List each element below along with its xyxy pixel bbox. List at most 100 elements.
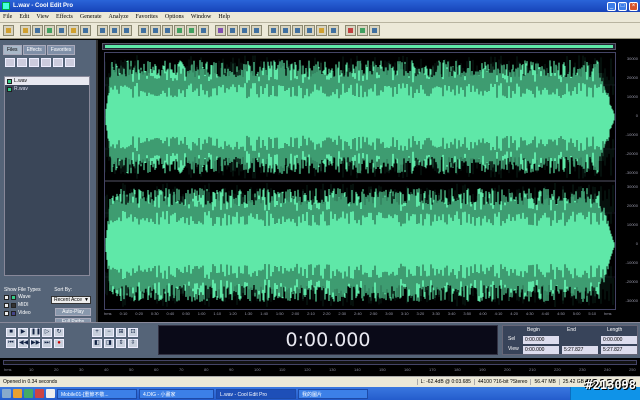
record-button[interactable]: ● <box>54 339 64 348</box>
settings-icon[interactable] <box>345 25 356 36</box>
save-file-icon[interactable] <box>32 25 43 36</box>
meter-tick-label: 190 <box>479 367 486 372</box>
sel-begin-field[interactable]: 0:00.000 <box>523 336 559 344</box>
fast-forward-button[interactable]: ▶▶ <box>30 339 40 348</box>
tab-effects[interactable]: Effects <box>22 45 46 55</box>
menu-window[interactable]: Window <box>191 14 211 20</box>
import-icon[interactable] <box>68 25 79 36</box>
both-channels-icon[interactable] <box>304 25 315 36</box>
zero-cross-icon[interactable] <box>251 25 262 36</box>
redo-icon[interactable] <box>109 25 120 36</box>
close-file-icon[interactable] <box>29 58 39 67</box>
new-file-icon[interactable] <box>44 25 55 36</box>
snap-icon[interactable] <box>239 25 250 36</box>
tab-files[interactable]: Files <box>3 45 22 55</box>
menu-view[interactable]: View <box>36 14 49 20</box>
trim-icon[interactable] <box>198 25 209 36</box>
zoom-out-icon[interactable]: − <box>104 328 114 337</box>
app-icon[interactable] <box>2 2 10 10</box>
sort-by-select[interactable]: Recent Acce ▼ <box>51 296 91 304</box>
play-button[interactable]: ▶ <box>18 328 28 337</box>
meter-tick-label: 220 <box>554 367 561 372</box>
view-length-field[interactable]: 5:27.827 <box>601 346 637 354</box>
paste-new-icon[interactable] <box>174 25 185 36</box>
quick-launch-icon[interactable] <box>46 389 55 398</box>
quick-launch-icon[interactable] <box>13 389 22 398</box>
undo-icon[interactable] <box>97 25 108 36</box>
close-button[interactable]: × <box>629 1 638 11</box>
insert-icon[interactable] <box>53 58 63 67</box>
right-channel-icon[interactable] <box>292 25 303 36</box>
cd-player-icon[interactable] <box>357 25 368 36</box>
menu-analyze[interactable]: Analyze <box>109 14 129 20</box>
copy-icon[interactable] <box>150 25 161 36</box>
file-list[interactable]: L.wav R.wav <box>4 76 90 276</box>
quick-launch-icon[interactable] <box>35 389 44 398</box>
import-icon[interactable] <box>17 58 27 67</box>
open-file-icon[interactable] <box>5 58 15 67</box>
zoom-in-icon[interactable]: + <box>92 328 102 337</box>
zoom-in-vertical-icon[interactable]: ⇕ <box>116 339 126 348</box>
menu-edit[interactable]: Edit <box>19 14 29 20</box>
waveform-svg[interactable] <box>104 53 615 309</box>
zoom-right-icon[interactable]: ◨ <box>104 339 114 348</box>
go-to-start-button[interactable]: ⏮ <box>6 339 16 348</box>
menu-file[interactable]: File <box>3 14 12 20</box>
zoom-selection-icon[interactable]: ⊡ <box>128 328 138 337</box>
menu-effects[interactable]: Effects <box>56 14 73 20</box>
waveform-editor[interactable]: hms 0:10 0:20 0:30 0:40 0:50 1:00 1:10 1:20 1:30 1… <box>100 40 640 322</box>
paste-icon[interactable] <box>162 25 173 36</box>
help-icon[interactable] <box>369 25 380 36</box>
pause-button[interactable]: ❚❚ <box>30 328 41 337</box>
zoom-left-icon[interactable]: ◧ <box>92 339 102 348</box>
minimize-button[interactable]: _ <box>607 1 616 11</box>
export-icon[interactable] <box>80 25 91 36</box>
loop-button[interactable]: ↻ <box>54 328 64 337</box>
menu-generate[interactable]: Generate <box>80 14 102 20</box>
list-item[interactable]: L.wav <box>5 77 89 85</box>
play-list-icon[interactable] <box>328 25 339 36</box>
waveform-display[interactable] <box>104 52 616 310</box>
menu-help[interactable]: Help <box>218 14 230 20</box>
open-file-icon[interactable] <box>20 25 31 36</box>
cd-icon[interactable] <box>65 58 75 67</box>
taskbar-item-browser[interactable]: Mobile01-[重節不敬... <box>57 388 137 399</box>
checkbox[interactable] <box>4 302 9 308</box>
edit-file-icon[interactable] <box>41 58 51 67</box>
quick-launch-icon[interactable] <box>24 389 33 398</box>
auto-play-button[interactable]: Auto-Play <box>55 308 91 316</box>
maximize-button[interactable]: □ <box>618 1 627 11</box>
close-file-icon[interactable] <box>56 25 67 36</box>
menu-options[interactable]: Options <box>165 14 184 20</box>
time-tick-label: 4:30 <box>525 311 534 316</box>
view-begin-field[interactable]: 0:00.000 <box>523 346 559 354</box>
mix-paste-icon[interactable] <box>186 25 197 36</box>
cut-icon[interactable] <box>138 25 149 36</box>
rewind-button[interactable]: ◀◀ <box>18 339 28 348</box>
spectral-view-icon[interactable] <box>215 25 226 36</box>
left-channel-icon[interactable] <box>280 25 291 36</box>
taskbar-item-paint[interactable]: 4.DIG - 小畫家 <box>139 388 214 399</box>
view-end-field[interactable]: 5:27.827 <box>562 346 598 354</box>
checkbox[interactable] <box>4 294 9 300</box>
repeat-icon[interactable] <box>121 25 132 36</box>
edit-view-icon[interactable] <box>268 25 279 36</box>
go-to-end-button[interactable]: ⏭ <box>42 339 52 348</box>
waveform-view-icon[interactable] <box>227 25 238 36</box>
play-to-end-button[interactable]: ▷ <box>42 328 52 337</box>
stop-button[interactable]: ■ <box>6 328 16 337</box>
menu-favorites[interactable]: Favorites <box>136 14 158 20</box>
zoom-out-vertical-icon[interactable]: ⇳ <box>128 339 138 348</box>
zoom-full-icon[interactable]: ⊞ <box>116 328 126 337</box>
taskbar-item-pictures[interactable]: 我的圖片 <box>298 388 368 399</box>
multitrack-view-icon[interactable] <box>3 25 14 36</box>
taskbar-item-cool-edit[interactable]: L.wav - Cool Edit Pro <box>216 388 296 399</box>
desktop-icon[interactable] <box>2 389 11 398</box>
list-item[interactable]: R.wav <box>5 85 89 93</box>
overview-bar[interactable] <box>102 43 616 50</box>
cue-list-icon[interactable] <box>316 25 327 36</box>
sel-length-field[interactable]: 0:00.000 <box>601 336 637 344</box>
checkbox[interactable] <box>4 310 9 316</box>
meter-tick-label: 20 <box>54 367 59 372</box>
tab-favorites[interactable]: Favorites <box>46 45 76 55</box>
